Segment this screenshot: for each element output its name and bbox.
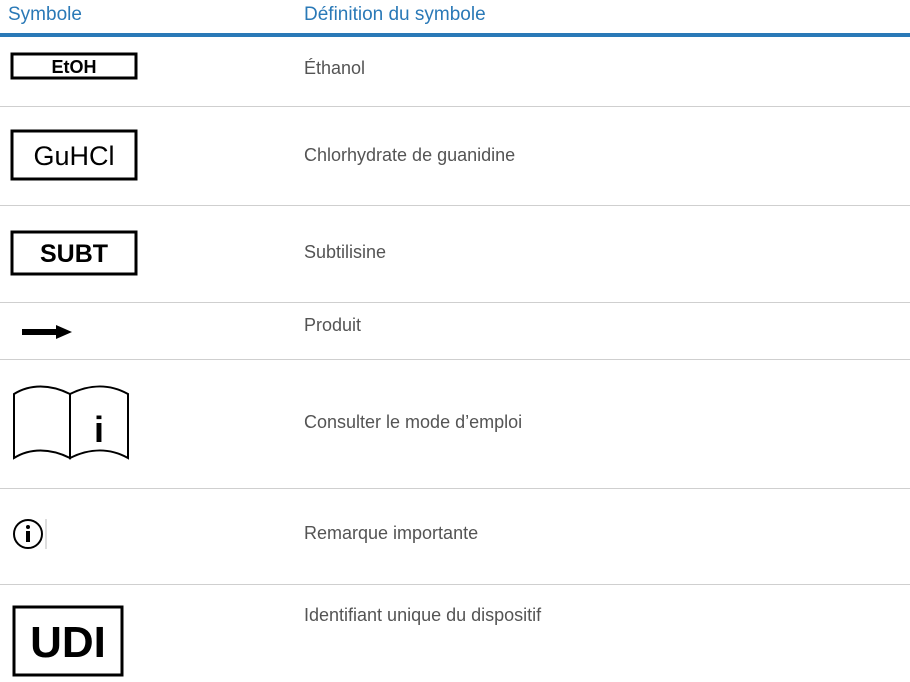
definition-text: Produit	[304, 315, 362, 335]
table-row: Produit	[0, 303, 910, 359]
guanidine-label-icon: GuHCl	[10, 129, 138, 186]
instructions-book-icon: i	[12, 380, 130, 465]
definition-text: Identifiant unique du dispositif	[304, 605, 542, 625]
definition-text: Chlorhydrate de guanidine	[304, 145, 516, 165]
svg-text:EtOH: EtOH	[52, 57, 97, 77]
svg-text:i: i	[94, 409, 104, 450]
symbol-column-header: Symbole	[8, 4, 82, 25]
header-divider	[0, 33, 910, 37]
subtilisin-label-icon: SUBT	[10, 230, 138, 281]
table-row: i Consulter le mode d’emploi	[0, 360, 910, 488]
info-circle-icon	[12, 517, 48, 556]
definition-text: Subtilisine	[304, 242, 387, 262]
arrow-right-icon	[22, 325, 72, 344]
table-row: SUBT Subtilisine	[0, 206, 910, 302]
svg-text:UDI: UDI	[30, 618, 106, 667]
ethanol-label-icon: EtOH	[10, 52, 138, 85]
table-row: EtOH Éthanol	[0, 38, 910, 106]
definition-text: Consulter le mode d’emploi	[304, 412, 523, 432]
definition-column-header: Définition du symbole	[304, 4, 486, 25]
table-header: Symbole Définition du symbole	[0, 0, 910, 34]
definition-text: Éthanol	[304, 58, 366, 78]
svg-text:GuHCl: GuHCl	[33, 141, 114, 171]
table-row: GuHCl Chlorhydrate de guanidine	[0, 107, 910, 205]
udi-label-icon: UDI	[12, 605, 124, 682]
table-row: UDI Identifiant unique du dispositif	[0, 585, 910, 682]
definition-text: Remarque importante	[304, 523, 479, 543]
svg-text:SUBT: SUBT	[40, 240, 108, 268]
table-row: Remarque importante	[0, 489, 910, 584]
